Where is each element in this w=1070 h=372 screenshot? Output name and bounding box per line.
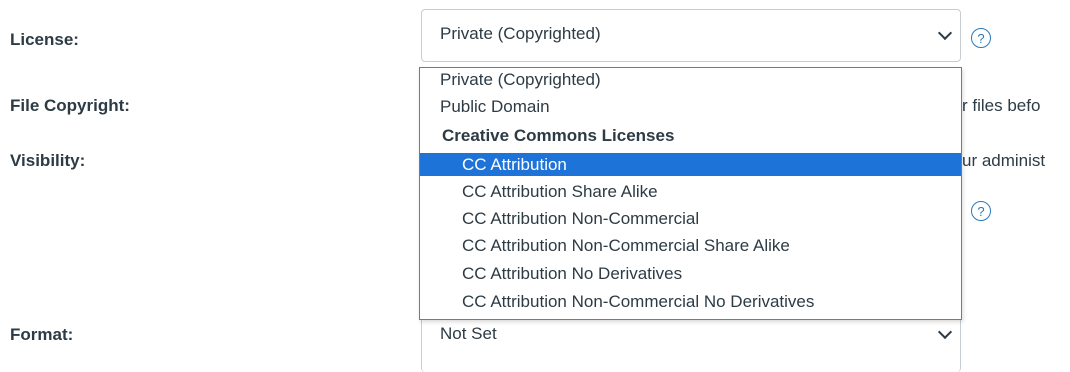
license-dropdown-list[interactable]: Private (Copyrighted) Public Domain Crea… <box>419 67 962 320</box>
license-selected-value: Private (Copyrighted) <box>440 24 601 43</box>
help-glyph: ? <box>977 30 985 46</box>
visibility-label: Visibility: <box>10 151 86 170</box>
option-cc-attribution-non-commercial-share-alike[interactable]: CC Attribution Non-Commercial Share Alik… <box>420 234 961 257</box>
help-glyph: ? <box>977 203 985 219</box>
option-cc-attribution-non-commercial[interactable]: CC Attribution Non-Commercial <box>420 207 961 230</box>
help-icon[interactable]: ? <box>971 201 991 221</box>
chevron-down-icon <box>937 324 953 340</box>
option-public-domain[interactable]: Public Domain <box>420 95 961 118</box>
option-cc-attribution-share-alike[interactable]: CC Attribution Share Alike <box>420 180 961 203</box>
format-label: Format: <box>10 325 74 344</box>
license-label: License: <box>10 30 79 49</box>
file-copyright-partial-text: r files befo <box>962 96 1041 115</box>
visibility-partial-text: ur administ <box>962 151 1046 170</box>
file-copyright-label: File Copyright: <box>10 96 130 115</box>
option-cc-attribution-no-derivatives[interactable]: CC Attribution No Derivatives <box>420 262 961 285</box>
option-cc-attribution[interactable]: CC Attribution <box>420 153 961 176</box>
chevron-down-icon <box>937 25 953 41</box>
optgroup-creative-commons: Creative Commons Licenses <box>442 126 675 145</box>
option-private-copyrighted[interactable]: Private (Copyrighted) <box>420 68 961 91</box>
help-icon[interactable]: ? <box>971 28 991 48</box>
license-select[interactable]: Private (Copyrighted) <box>421 9 961 62</box>
format-select[interactable]: Not Set <box>421 312 961 372</box>
format-selected-value: Not Set <box>440 324 497 343</box>
option-cc-attribution-non-commercial-no-derivatives[interactable]: CC Attribution Non-Commercial No Derivat… <box>420 290 961 313</box>
